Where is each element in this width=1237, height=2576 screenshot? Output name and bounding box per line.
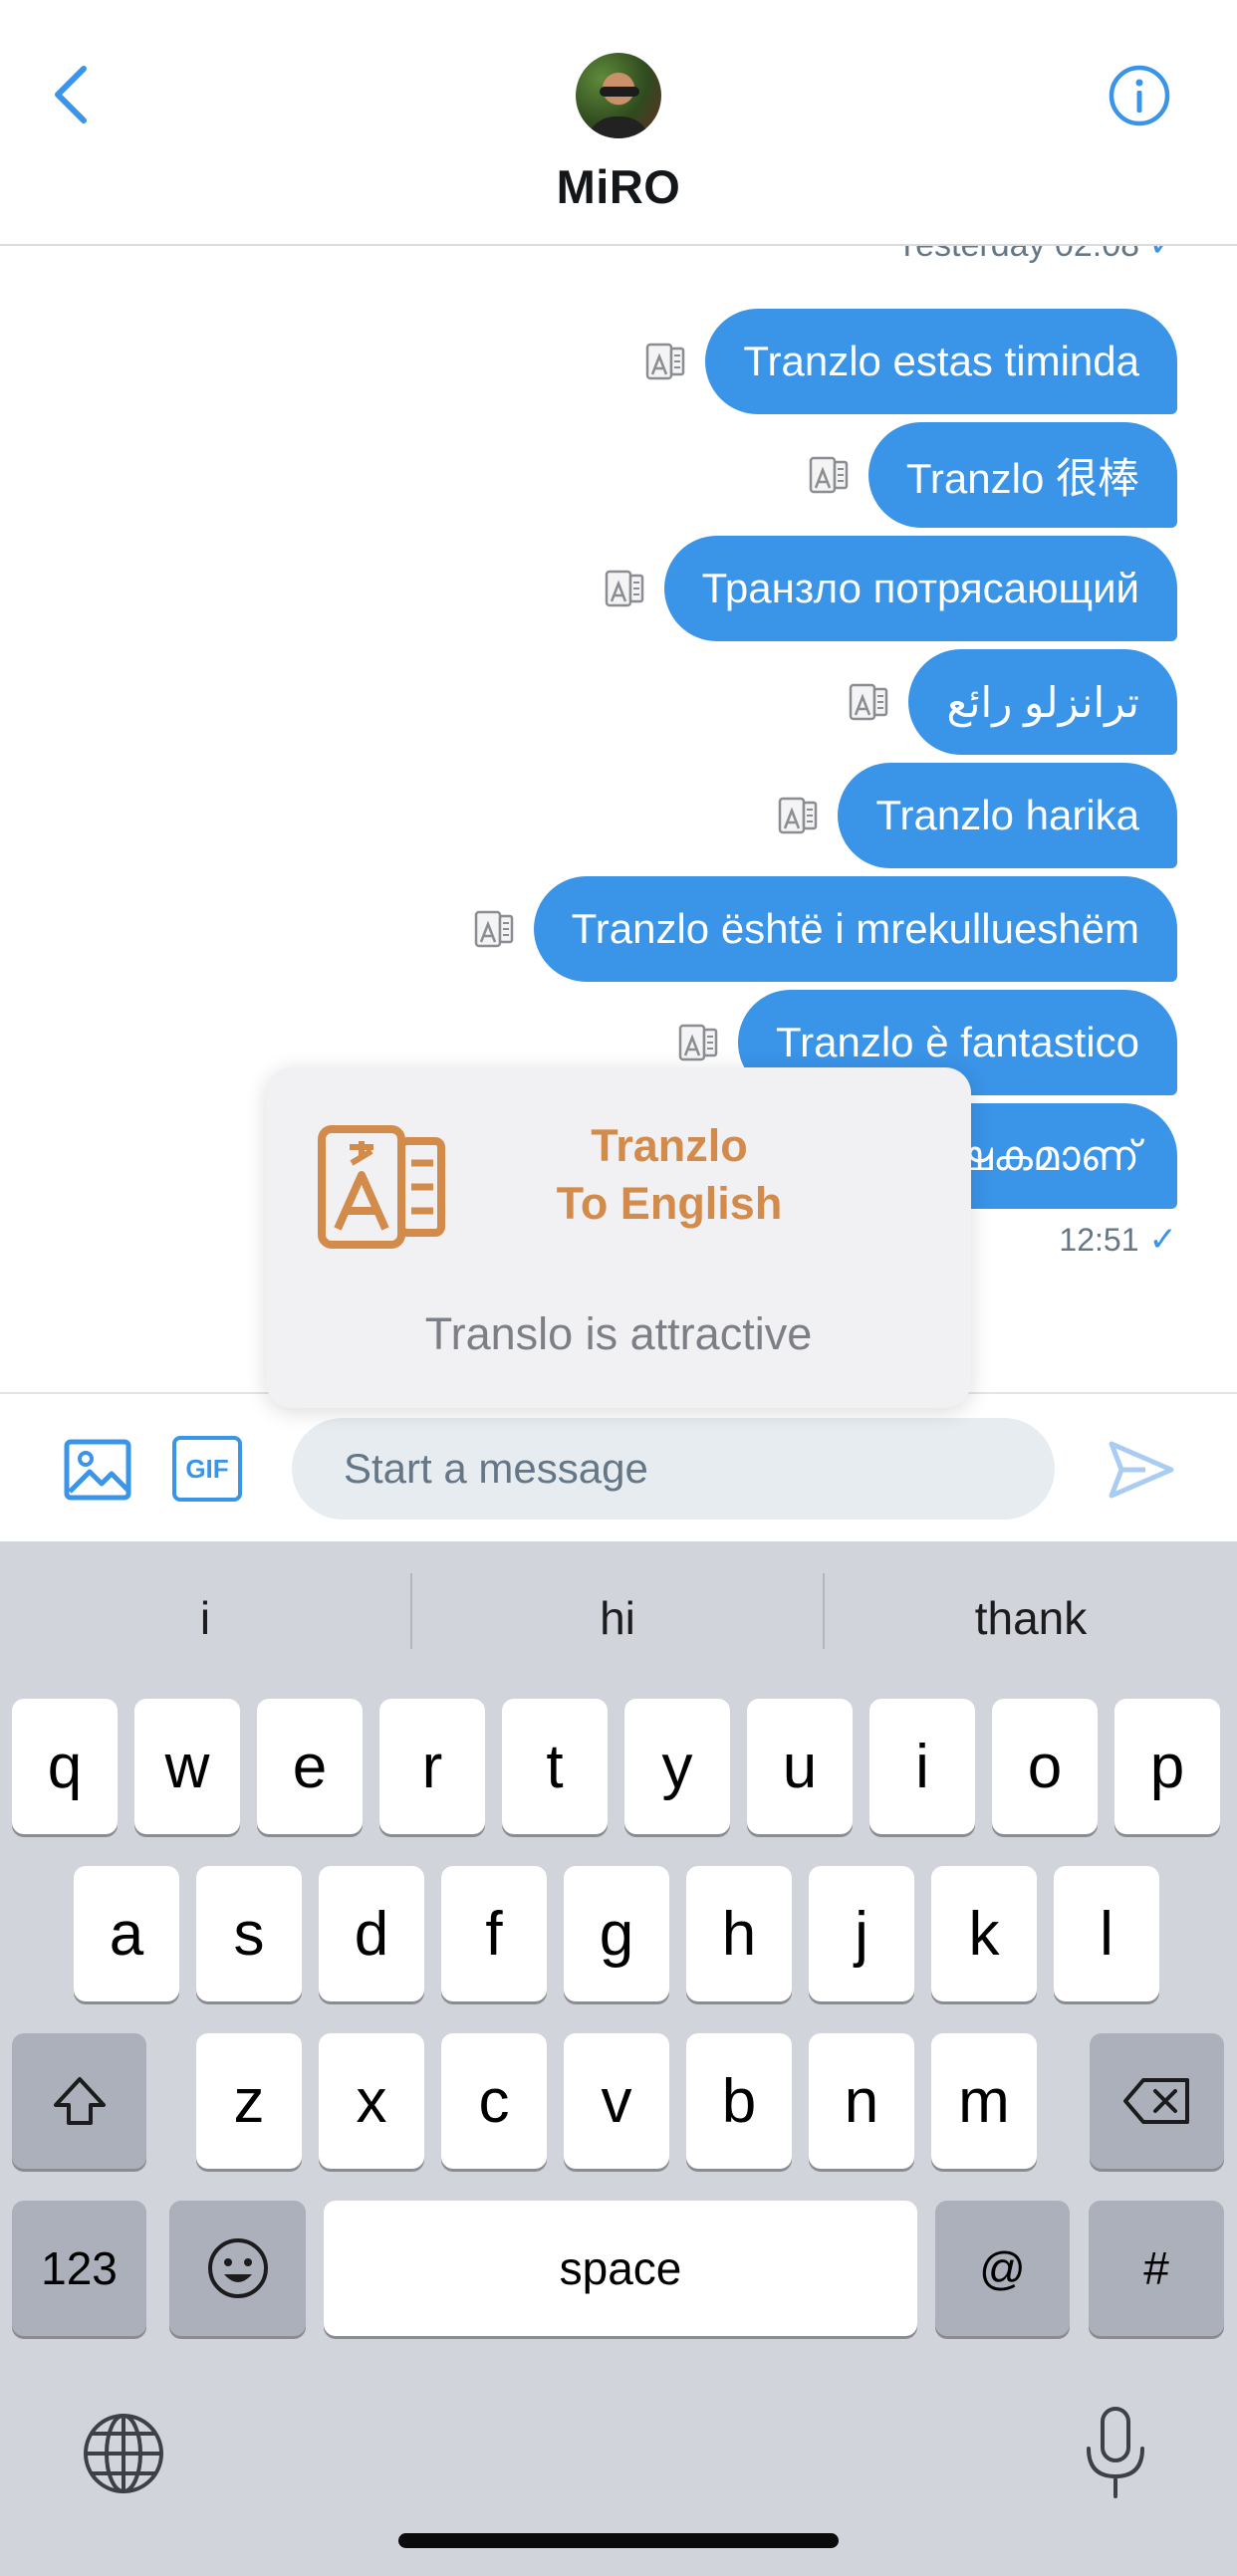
globe-icon[interactable] <box>80 2410 167 2497</box>
suggestion-3[interactable]: thank <box>825 1541 1237 1695</box>
message-row: Tranzlo 很棒 <box>807 422 1177 528</box>
key-e[interactable]: e <box>257 1699 363 1834</box>
translated-text: Translo is attractive <box>424 1308 813 1359</box>
message-bubble[interactable]: Tranzlo harika <box>838 763 1177 868</box>
tranzlo-logo-icon <box>318 1125 445 1249</box>
message-row: Транзло потрясающий <box>603 536 1177 641</box>
numbers-key[interactable]: 123 <box>12 2201 146 2336</box>
translate-icon[interactable] <box>472 906 518 952</box>
key-w[interactable]: w <box>134 1699 240 1834</box>
message-bubble[interactable]: Транзло потрясающий <box>663 536 1177 641</box>
key-c[interactable]: c <box>441 2033 547 2169</box>
message-bubble[interactable]: Tranzlo estas timinda <box>705 309 1177 414</box>
key-o[interactable]: o <box>992 1699 1098 1834</box>
translate-icon[interactable] <box>676 1020 722 1065</box>
key-l[interactable]: l <box>1054 1866 1159 2001</box>
emoji-key[interactable] <box>169 2201 306 2336</box>
at-key[interactable]: @ <box>935 2201 1070 2336</box>
home-indicator[interactable] <box>398 2533 839 2548</box>
key-x[interactable]: x <box>319 2033 424 2169</box>
popup-title: Tranzlo To English <box>505 1117 834 1233</box>
message-bubble[interactable]: Tranzlo 很棒 <box>867 422 1177 528</box>
suggestion-1[interactable]: i <box>0 1541 410 1695</box>
message-bubble[interactable]: ترانزلو رائع <box>908 649 1177 755</box>
message-composer: GIF Start a message <box>0 1392 1237 1541</box>
message-timestamp: 12:51 ✓ <box>1059 1221 1178 1259</box>
key-v[interactable]: v <box>564 2033 669 2169</box>
key-z[interactable]: z <box>196 2033 302 2169</box>
key-q[interactable]: q <box>12 1699 118 1834</box>
space-key[interactable]: space <box>324 2201 917 2336</box>
popup-title-line1: Tranzlo <box>591 1120 748 1171</box>
translate-icon[interactable] <box>807 452 853 498</box>
message-row: Tranzlo harika <box>776 763 1177 868</box>
key-d[interactable]: d <box>319 1866 424 2001</box>
key-b[interactable]: b <box>686 2033 792 2169</box>
contact-name[interactable]: MiRO <box>0 159 1237 214</box>
message-row: Tranzlo është i mrekullueshëm <box>472 876 1177 982</box>
key-g[interactable]: g <box>564 1866 669 2001</box>
gif-button[interactable]: GIF <box>172 1436 242 1502</box>
translate-icon[interactable] <box>603 566 648 611</box>
key-j[interactable]: j <box>809 1866 914 2001</box>
info-button[interactable] <box>1108 64 1171 127</box>
suggestion-2[interactable]: hi <box>412 1541 823 1695</box>
translate-icon[interactable] <box>643 339 689 384</box>
popup-title-line2: To English <box>556 1178 783 1229</box>
shift-key[interactable] <box>12 2033 146 2169</box>
key-k[interactable]: k <box>931 1866 1037 2001</box>
key-p[interactable]: p <box>1114 1699 1220 1834</box>
translate-icon[interactable] <box>776 793 822 838</box>
hash-key[interactable]: # <box>1089 2201 1224 2336</box>
message-row: Tranzlo estas timinda <box>643 309 1177 414</box>
backspace-key[interactable] <box>1090 2033 1224 2169</box>
key-r[interactable]: r <box>379 1699 485 1834</box>
info-icon <box>1109 65 1170 126</box>
read-check-icon: ✓ <box>1148 1221 1178 1259</box>
message-input[interactable]: Start a message <box>292 1418 1055 1520</box>
conversation-header: MiRO <box>0 0 1237 246</box>
key-n[interactable]: n <box>809 2033 914 2169</box>
avatar[interactable] <box>576 53 661 138</box>
emoji-icon <box>207 2238 268 2298</box>
key-y[interactable]: y <box>624 1699 730 1834</box>
key-s[interactable]: s <box>196 1866 302 2001</box>
backspace-icon <box>1122 2078 1189 2124</box>
key-a[interactable]: a <box>74 1866 179 2001</box>
key-m[interactable]: m <box>931 2033 1037 2169</box>
key-f[interactable]: f <box>441 1866 547 2001</box>
send-icon[interactable] <box>1106 1434 1177 1506</box>
microphone-icon[interactable] <box>1081 2405 1150 2500</box>
shift-icon <box>53 2077 106 2125</box>
key-u[interactable]: u <box>747 1699 853 1834</box>
message-row: ترانزلو رائع <box>847 649 1177 755</box>
chevron-left-icon <box>55 66 87 123</box>
translate-icon[interactable] <box>847 679 892 725</box>
key-h[interactable]: h <box>686 1866 792 2001</box>
back-button[interactable] <box>40 60 100 129</box>
key-i[interactable]: i <box>869 1699 975 1834</box>
image-icon[interactable] <box>62 1434 133 1506</box>
translation-popup[interactable]: Tranzlo To English Translo is attractive <box>266 1067 971 1408</box>
key-t[interactable]: t <box>502 1699 608 1834</box>
message-bubble[interactable]: Tranzlo është i mrekullueshëm <box>533 876 1177 982</box>
